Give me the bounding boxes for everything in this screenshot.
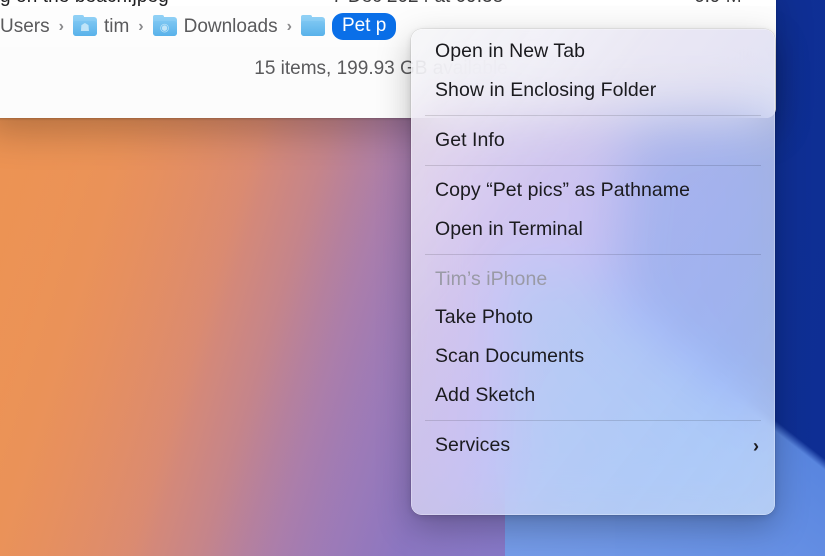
context-menu: Open in New Tab Show in Enclosing Folder…: [411, 29, 775, 515]
breadcrumb-item-users[interactable]: Users: [0, 16, 50, 38]
menu-item-scan-documents[interactable]: Scan Documents: [411, 337, 775, 376]
chevron-right-icon: ›: [753, 437, 759, 455]
menu-item-copy-as-pathname[interactable]: Copy “Pet pics” as Pathname: [411, 171, 775, 210]
menu-item-show-in-enclosing-folder[interactable]: Show in Enclosing Folder: [411, 71, 775, 110]
breadcrumb-label-selected: Pet p: [332, 13, 396, 40]
menu-item-label: Add Sketch: [435, 384, 535, 407]
desktop-screen: g on the beach.jpeg 7 Dec 2024 at 09:38 …: [0, 0, 825, 556]
menu-item-add-sketch[interactable]: Add Sketch: [411, 376, 775, 415]
breadcrumb-separator: ›: [138, 18, 143, 36]
folder-icon: [301, 17, 325, 36]
menu-item-services[interactable]: Services ›: [411, 426, 775, 465]
breadcrumb-item-tim[interactable]: ☗ tim: [73, 16, 129, 38]
menu-item-label: Scan Documents: [435, 345, 584, 368]
menu-item-label: Copy “Pet pics” as Pathname: [435, 179, 690, 202]
menu-separator: [425, 254, 761, 255]
menu-item-label: Open in Terminal: [435, 218, 583, 241]
menu-item-label: Get Info: [435, 129, 505, 152]
breadcrumb-label: Downloads: [184, 16, 278, 38]
menu-separator: [425, 420, 761, 421]
menu-item-open-in-terminal[interactable]: Open in Terminal: [411, 210, 775, 249]
downloads-folder-icon: ◉: [153, 17, 177, 36]
menu-item-label: Take Photo: [435, 306, 533, 329]
home-folder-icon: ☗: [73, 17, 97, 36]
menu-item-take-photo[interactable]: Take Photo: [411, 298, 775, 337]
breadcrumb-label: tim: [104, 16, 129, 38]
menu-item-label: Open in New Tab: [435, 40, 585, 63]
menu-item-label: Show in Enclosing Folder: [435, 79, 656, 102]
menu-section-header-label: Tim’s iPhone: [435, 268, 547, 291]
breadcrumb-label: Users: [0, 16, 50, 38]
menu-separator: [425, 115, 761, 116]
menu-item-get-info[interactable]: Get Info: [411, 121, 775, 160]
menu-item-label: Services: [435, 434, 510, 457]
menu-section-header-iphone: Tim’s iPhone: [411, 260, 775, 298]
menu-item-open-in-new-tab[interactable]: Open in New Tab: [411, 32, 775, 71]
menu-separator: [425, 165, 761, 166]
breadcrumb-separator: ›: [287, 18, 292, 36]
breadcrumb-separator: ›: [59, 18, 64, 36]
breadcrumb-item-pet-pics[interactable]: Pet p: [301, 13, 396, 40]
breadcrumb-item-downloads[interactable]: ◉ Downloads: [153, 16, 278, 38]
